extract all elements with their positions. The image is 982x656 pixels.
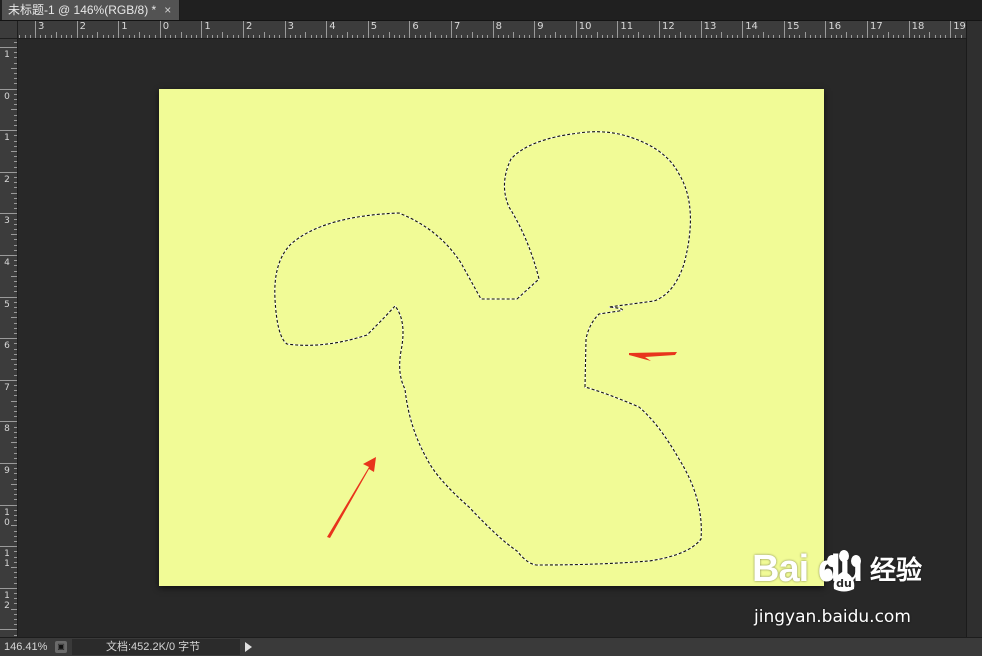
ruler-label: 11 xyxy=(4,549,10,570)
ruler-label: 3 xyxy=(4,216,10,227)
triangle-right-icon[interactable] xyxy=(245,642,252,652)
ruler-label: 8 xyxy=(4,424,10,435)
ruler-label: 1 xyxy=(204,21,211,32)
ruler-label: 6 xyxy=(4,341,10,352)
vertical-ruler-ticks xyxy=(0,42,17,636)
ruler-label: 10 xyxy=(4,507,10,528)
selection-marquee[interactable] xyxy=(274,131,702,566)
horizontal-ruler-ticks xyxy=(19,21,962,38)
close-icon[interactable]: × xyxy=(164,0,171,20)
arrow-annotation-left xyxy=(327,457,376,538)
document-info-icon[interactable]: ▣ xyxy=(55,641,67,653)
document-tab-bar: 未标题-1 @ 146%(RGB/8) * × xyxy=(0,0,982,21)
baidu-watermark: Bai du du 经验 jingyan.baidu.com xyxy=(752,547,934,633)
document-tab[interactable]: 未标题-1 @ 146%(RGB/8) * × xyxy=(2,0,181,20)
canvas-artwork xyxy=(274,131,702,566)
watermark-url: jingyan.baidu.com xyxy=(754,607,911,627)
ruler-label: 6 xyxy=(412,21,419,32)
ruler-label: 7 xyxy=(4,382,10,393)
ruler-label: 12 xyxy=(662,21,675,32)
ruler-label: 0 xyxy=(4,91,10,102)
ruler-label: 4 xyxy=(4,258,10,268)
ruler-label: 1 xyxy=(121,21,128,32)
status-bar: 146.41% ▣ 文档:452.2K/0 字节 xyxy=(0,637,982,656)
ruler-label: 11 xyxy=(620,21,634,32)
ruler-label: 9 xyxy=(4,466,10,476)
ruler-label: 8 xyxy=(495,21,502,32)
document-info: 文档:452.2K/0 字节 xyxy=(72,639,240,655)
ruler-label: 12 xyxy=(4,590,10,611)
ruler-label: 0 xyxy=(162,21,170,32)
document-size-text: 文档:452.2K/0 字节 xyxy=(106,641,201,653)
ruler-label: 14 xyxy=(745,21,758,32)
ruler-label: 15 xyxy=(786,21,800,32)
ruler-label: 16 xyxy=(828,21,842,32)
ruler-label: 2 xyxy=(246,21,253,32)
ruler-label: 3 xyxy=(287,21,294,32)
document-canvas[interactable] xyxy=(159,89,824,586)
ruler-label: 13 xyxy=(703,21,717,32)
ruler-label: 5 xyxy=(4,299,10,310)
vertical-ruler[interactable]: 1 0 1 2 3 4 5 6 7 8 9 10 11 12 xyxy=(0,39,18,637)
ruler-label: 5 xyxy=(370,21,378,32)
document-tab-title: 未标题-1 @ 146%(RGB/8) * xyxy=(8,3,157,17)
ruler-label: 19 xyxy=(953,21,966,32)
ruler-origin[interactable] xyxy=(0,21,18,39)
horizontal-ruler[interactable]: 3 2 1 0 1 2 3 4 5 6 7 8 9 10 11 12 13 14 15 16 17 18 19 xyxy=(18,21,966,39)
ruler-label: 3 xyxy=(38,21,45,32)
ruler-label: 17 xyxy=(870,21,883,32)
svg-text:du: du xyxy=(836,577,852,590)
ruler-label: 7 xyxy=(454,21,461,32)
paw-logo-icon: du xyxy=(823,550,861,592)
zoom-level[interactable]: 146.41% xyxy=(4,640,47,654)
ruler-label: 1 xyxy=(4,133,10,144)
ruler-label: 1 xyxy=(4,50,10,60)
watermark-jingyan: 经验 xyxy=(870,556,923,586)
vertical-scrollbar[interactable] xyxy=(966,21,982,637)
arrow-annotation-right xyxy=(629,352,677,361)
ruler-label: 2 xyxy=(4,174,10,185)
ruler-label: 9 xyxy=(537,21,544,32)
ruler-label: 18 xyxy=(911,21,925,32)
ruler-label: 10 xyxy=(578,21,592,32)
ruler-label: 4 xyxy=(329,21,336,32)
ruler-label: 2 xyxy=(79,21,86,32)
